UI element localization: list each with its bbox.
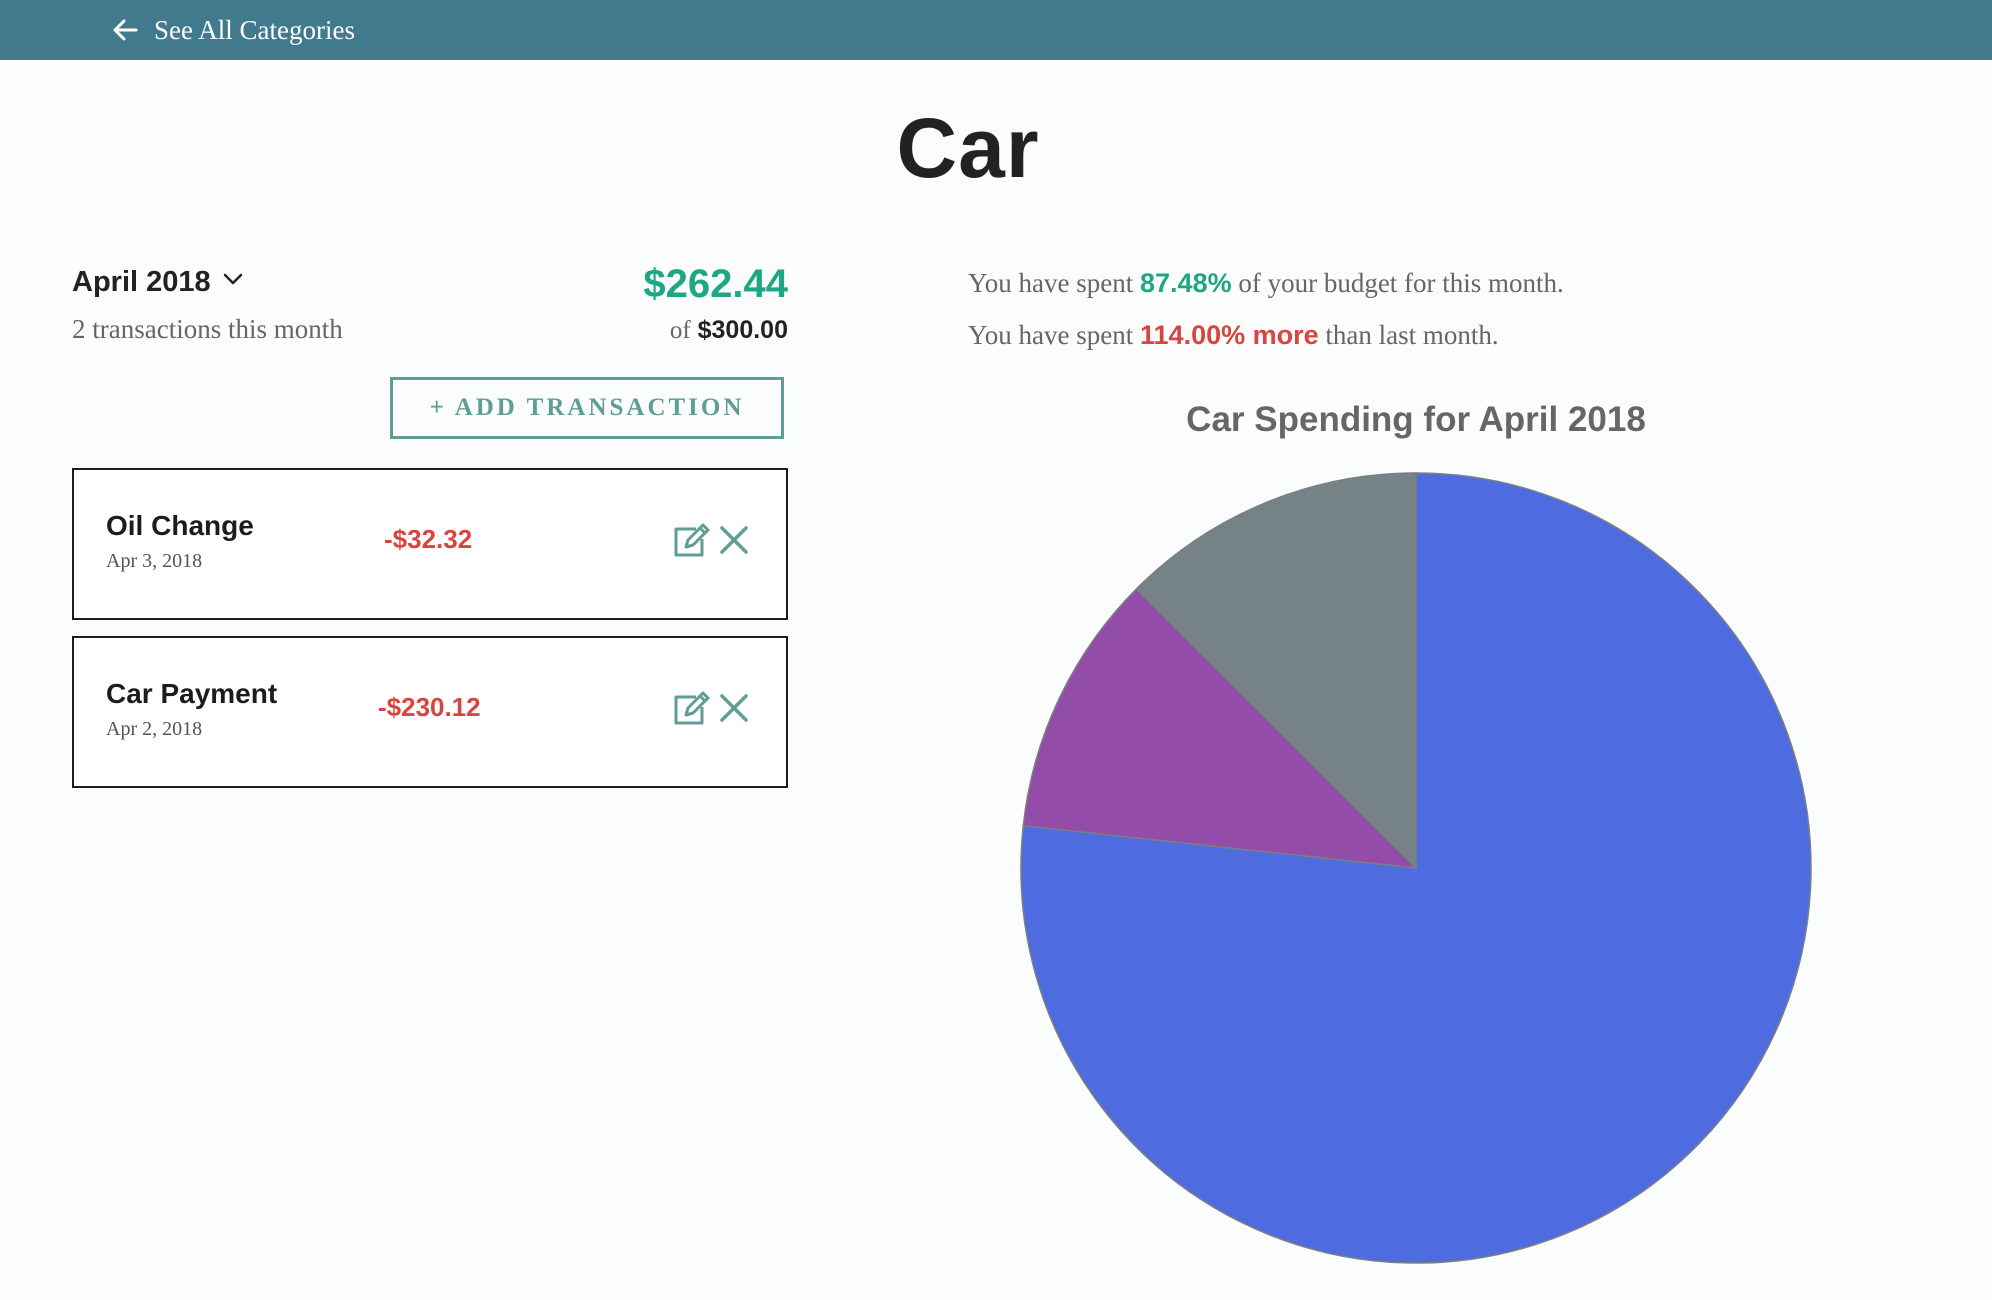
edit-icon[interactable] bbox=[670, 688, 712, 733]
transactions-count: 2 transactions this month bbox=[72, 314, 343, 344]
see-all-categories-link[interactable]: See All Categories bbox=[110, 10, 355, 50]
transaction-name: Car Payment bbox=[106, 678, 278, 709]
add-transaction-button[interactable]: + ADD TRANSACTION bbox=[390, 377, 784, 439]
month-label: April 2018 bbox=[72, 266, 211, 298]
close-icon[interactable] bbox=[716, 522, 752, 563]
stat-prefix: You have spent bbox=[968, 268, 1134, 298]
month-comparison-value: 114.00% more bbox=[1140, 320, 1319, 350]
transaction-amount: -$32.32 bbox=[384, 524, 473, 554]
close-icon[interactable] bbox=[716, 690, 752, 731]
of-label: of bbox=[669, 317, 691, 344]
transaction-actions bbox=[670, 520, 752, 565]
back-link-label: See All Categories bbox=[154, 14, 355, 45]
top-bar: See All Categories bbox=[0, 0, 1992, 60]
month-comparison-statement: You have spent 114.00% more than last mo… bbox=[968, 320, 1499, 351]
transaction-card: Oil Change Apr 3, 2018 -$32.32 bbox=[72, 468, 788, 620]
transaction-actions bbox=[670, 688, 752, 733]
stat-suffix: of your budget for this month. bbox=[1238, 268, 1564, 298]
page-title: Car bbox=[896, 101, 1040, 195]
transaction-date: Apr 3, 2018 bbox=[106, 550, 203, 572]
stat-suffix: than last month. bbox=[1325, 320, 1499, 350]
transaction-name: Oil Change bbox=[106, 510, 254, 541]
transaction-card: Car Payment Apr 2, 2018 -$230.12 bbox=[72, 636, 788, 788]
chevron-down-icon bbox=[221, 266, 245, 299]
budget-amount: $300.00 bbox=[697, 316, 788, 344]
month-selector[interactable]: April 2018 bbox=[72, 266, 245, 299]
transaction-date: Apr 2, 2018 bbox=[106, 718, 203, 740]
arrow-left-icon bbox=[110, 15, 140, 45]
budget-percent-value: 87.48% bbox=[1140, 268, 1232, 298]
stat-prefix: You have spent bbox=[968, 320, 1134, 350]
chart-title: Car Spending for April 2018 bbox=[1186, 400, 1646, 439]
budget-line: of $300.00 bbox=[670, 316, 788, 345]
pie-chart bbox=[1020, 472, 1812, 1264]
edit-icon[interactable] bbox=[670, 520, 712, 565]
budget-percent-statement: You have spent 87.48% of your budget for… bbox=[968, 268, 1564, 299]
spent-amount: $262.44 bbox=[643, 262, 788, 306]
transaction-amount: -$230.12 bbox=[378, 692, 481, 722]
